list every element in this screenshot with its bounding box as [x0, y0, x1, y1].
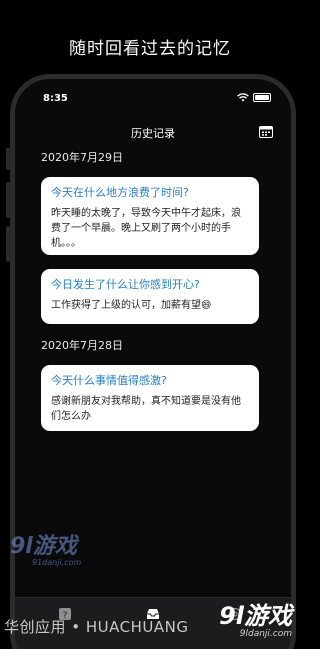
- watermark-url: 91danji.com: [32, 558, 82, 567]
- battery-icon: [253, 93, 271, 102]
- watermark-logo-text: 9l游戏: [219, 602, 292, 630]
- watermark-url: 9ldanji.com: [239, 629, 292, 639]
- entry-card[interactable]: 今日发生了什么让你感到开心? 工作获得了上级的认可，加薪有望😄: [41, 269, 259, 324]
- entry-answer: 感谢新朋友对我帮助，真不知道要是没有他们怎么办: [51, 396, 241, 422]
- entry-card[interactable]: 今天在什么地方浪费了时间? 昨天睡的太晚了，导致今天中午才起床，浪费了一个早晨。…: [41, 177, 259, 255]
- entry-question: 今日发生了什么让你感到开心?: [51, 278, 200, 291]
- entry-answer: 工作获得了上级的认可，加薪有望😄: [51, 300, 212, 311]
- date-header: 2020年7月29日: [41, 151, 123, 164]
- entry-card[interactable]: 今天什么事情值得感激? 感谢新朋友对我帮助，真不知道要是没有他们怎么办: [41, 365, 259, 431]
- calendar-icon[interactable]: [259, 125, 273, 138]
- entry-question: 今天什么事情值得感激?: [51, 374, 167, 387]
- nav-bar: 历史记录: [15, 117, 291, 149]
- status-bar: 8:35: [15, 91, 291, 109]
- page-title: 历史记录: [131, 127, 175, 140]
- entry-question: 今天在什么地方浪费了时间?: [51, 186, 189, 199]
- promo-title: 随时回看过去的记忆: [69, 39, 231, 59]
- status-icons: [237, 93, 271, 102]
- watermark-logo: 9l游戏 91danji.com: [10, 528, 81, 567]
- watermark-text: 华创应用 • HUACHUANG: [4, 618, 189, 636]
- wifi-icon: [237, 93, 249, 102]
- status-time: 8:35: [43, 93, 68, 104]
- date-header: 2020年7月28日: [41, 339, 123, 352]
- entry-answer: 昨天睡的太晚了，导致今天中午才起床，浪费了一个早晨。晚上又刷了两个小时的手机。。…: [51, 208, 241, 249]
- watermark-logo: 9l游戏 9ldanji.com: [219, 596, 292, 639]
- watermark-logo-text: 9l游戏: [10, 534, 77, 559]
